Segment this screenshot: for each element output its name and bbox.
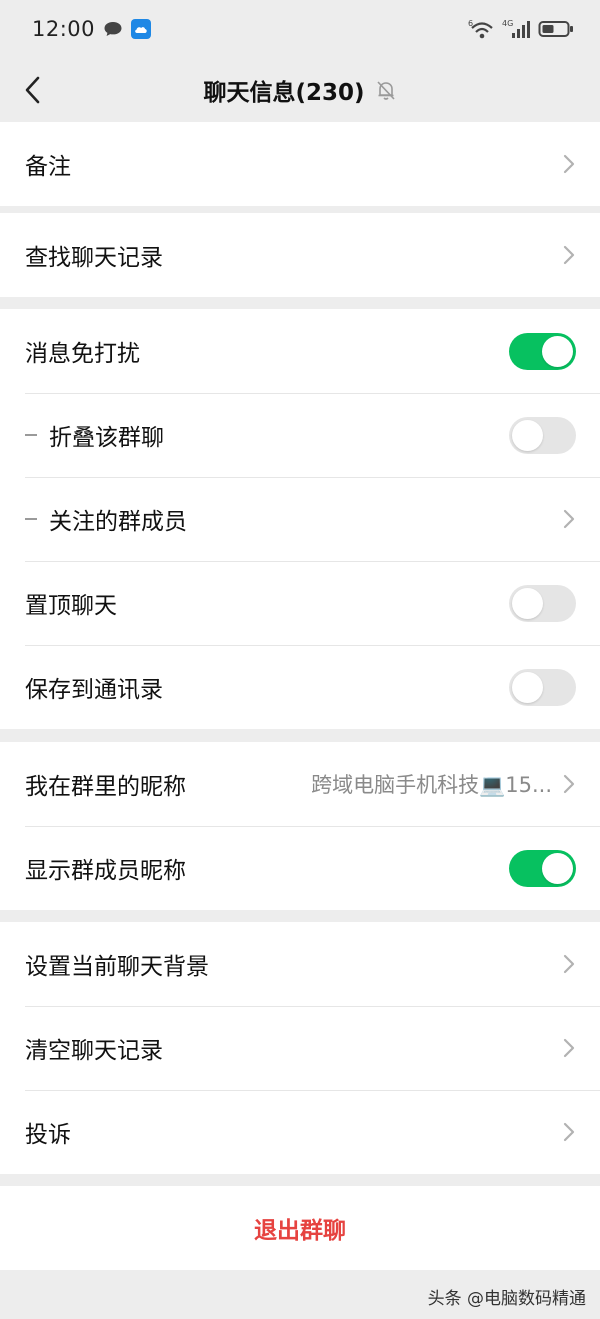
row-my-nickname[interactable]: 我在群里的昵称 跨域电脑手机科技💻15...: [0, 742, 600, 826]
row-followed-members[interactable]: 关注的群成员: [0, 477, 600, 561]
chevron-right-icon: [563, 154, 575, 174]
sub-item-dash: [25, 434, 37, 436]
wifi-icon: 6: [468, 19, 493, 39]
toggle-fold[interactable]: [509, 416, 576, 454]
row-show-nicknames[interactable]: 显示群成员昵称: [0, 826, 600, 910]
battery-icon: [538, 21, 573, 37]
row-label: 投诉: [25, 1122, 71, 1148]
row-label: 显示群成员昵称: [25, 858, 186, 884]
status-time: 12:00: [32, 17, 96, 41]
settings-group-misc: 设置当前聊天背景 清空聊天记录 投诉: [0, 922, 600, 1174]
bell-off-icon: [376, 81, 395, 100]
row-remark[interactable]: 备注: [0, 122, 600, 206]
status-right: 6 4G: [468, 18, 574, 40]
settings-group-remark: 备注: [0, 122, 600, 206]
row-complain[interactable]: 投诉: [0, 1090, 600, 1174]
row-label: 查找聊天记录: [25, 245, 163, 271]
row-label: 清空聊天记录: [25, 1038, 163, 1064]
toggle-mute[interactable]: [509, 332, 576, 370]
row-label: 关注的群成员: [49, 509, 187, 535]
sub-item-dash: [25, 518, 37, 520]
chevron-right-icon: [563, 509, 575, 529]
row-label: 置顶聊天: [25, 593, 117, 619]
row-label: 备注: [25, 154, 71, 180]
back-button[interactable]: [12, 68, 52, 112]
chevron-right-icon: [563, 774, 575, 794]
row-pin-chat[interactable]: 置顶聊天: [0, 561, 600, 645]
nickname-value: 跨域电脑手机科技💻15...: [311, 773, 552, 797]
row-search-history[interactable]: 查找聊天记录: [0, 213, 600, 297]
status-left: 12:00: [32, 17, 152, 41]
settings-group-nickname: 我在群里的昵称 跨域电脑手机科技💻15... 显示群成员昵称: [0, 742, 600, 910]
cloud-icon: [131, 19, 152, 39]
settings-group-search: 查找聊天记录: [0, 213, 600, 297]
nav-bar: 聊天信息(230): [0, 58, 600, 122]
exit-label: 退出群聊: [254, 1218, 346, 1244]
watermark: 头条 @电脑数码精通: [427, 1289, 586, 1309]
toggle-show-nicknames[interactable]: [509, 849, 576, 887]
nav-title-wrap: 聊天信息(230): [203, 73, 396, 107]
chevron-right-icon: [563, 1038, 575, 1058]
row-label: 折叠该群聊: [49, 425, 164, 451]
row-label: 我在群里的昵称: [25, 774, 186, 800]
row-label: 保存到通讯录: [25, 677, 163, 703]
network-type: 4G: [502, 19, 513, 28]
row-label: 消息免打扰: [25, 341, 140, 367]
chevron-right-icon: [563, 954, 575, 974]
row-fold-group[interactable]: 折叠该群聊: [0, 393, 600, 477]
row-save-contacts[interactable]: 保存到通讯录: [0, 645, 600, 729]
toggle-pin[interactable]: [509, 584, 576, 622]
settings-group-notifications: 消息免打扰 折叠该群聊 关注的群成员 置顶聊天 保存到通讯录: [0, 309, 600, 729]
chevron-right-icon: [563, 245, 575, 265]
chat-bubble-icon: [104, 22, 122, 36]
row-clear-history[interactable]: 清空聊天记录: [0, 1006, 600, 1090]
row-label: 设置当前聊天背景: [25, 954, 209, 980]
exit-group-button[interactable]: 退出群聊: [0, 1186, 600, 1270]
page-title: 聊天信息(230): [203, 80, 365, 106]
row-mute-notifications[interactable]: 消息免打扰: [0, 309, 600, 393]
toggle-save-contacts[interactable]: [509, 668, 576, 706]
chevron-left-icon: [25, 76, 40, 104]
row-chat-background[interactable]: 设置当前聊天背景: [0, 922, 600, 1006]
signal-icon: 4G: [502, 19, 530, 38]
chevron-right-icon: [563, 1122, 575, 1142]
status-bar: 12:00 6 4G: [0, 0, 600, 58]
exit-group: 退出群聊: [0, 1186, 600, 1270]
